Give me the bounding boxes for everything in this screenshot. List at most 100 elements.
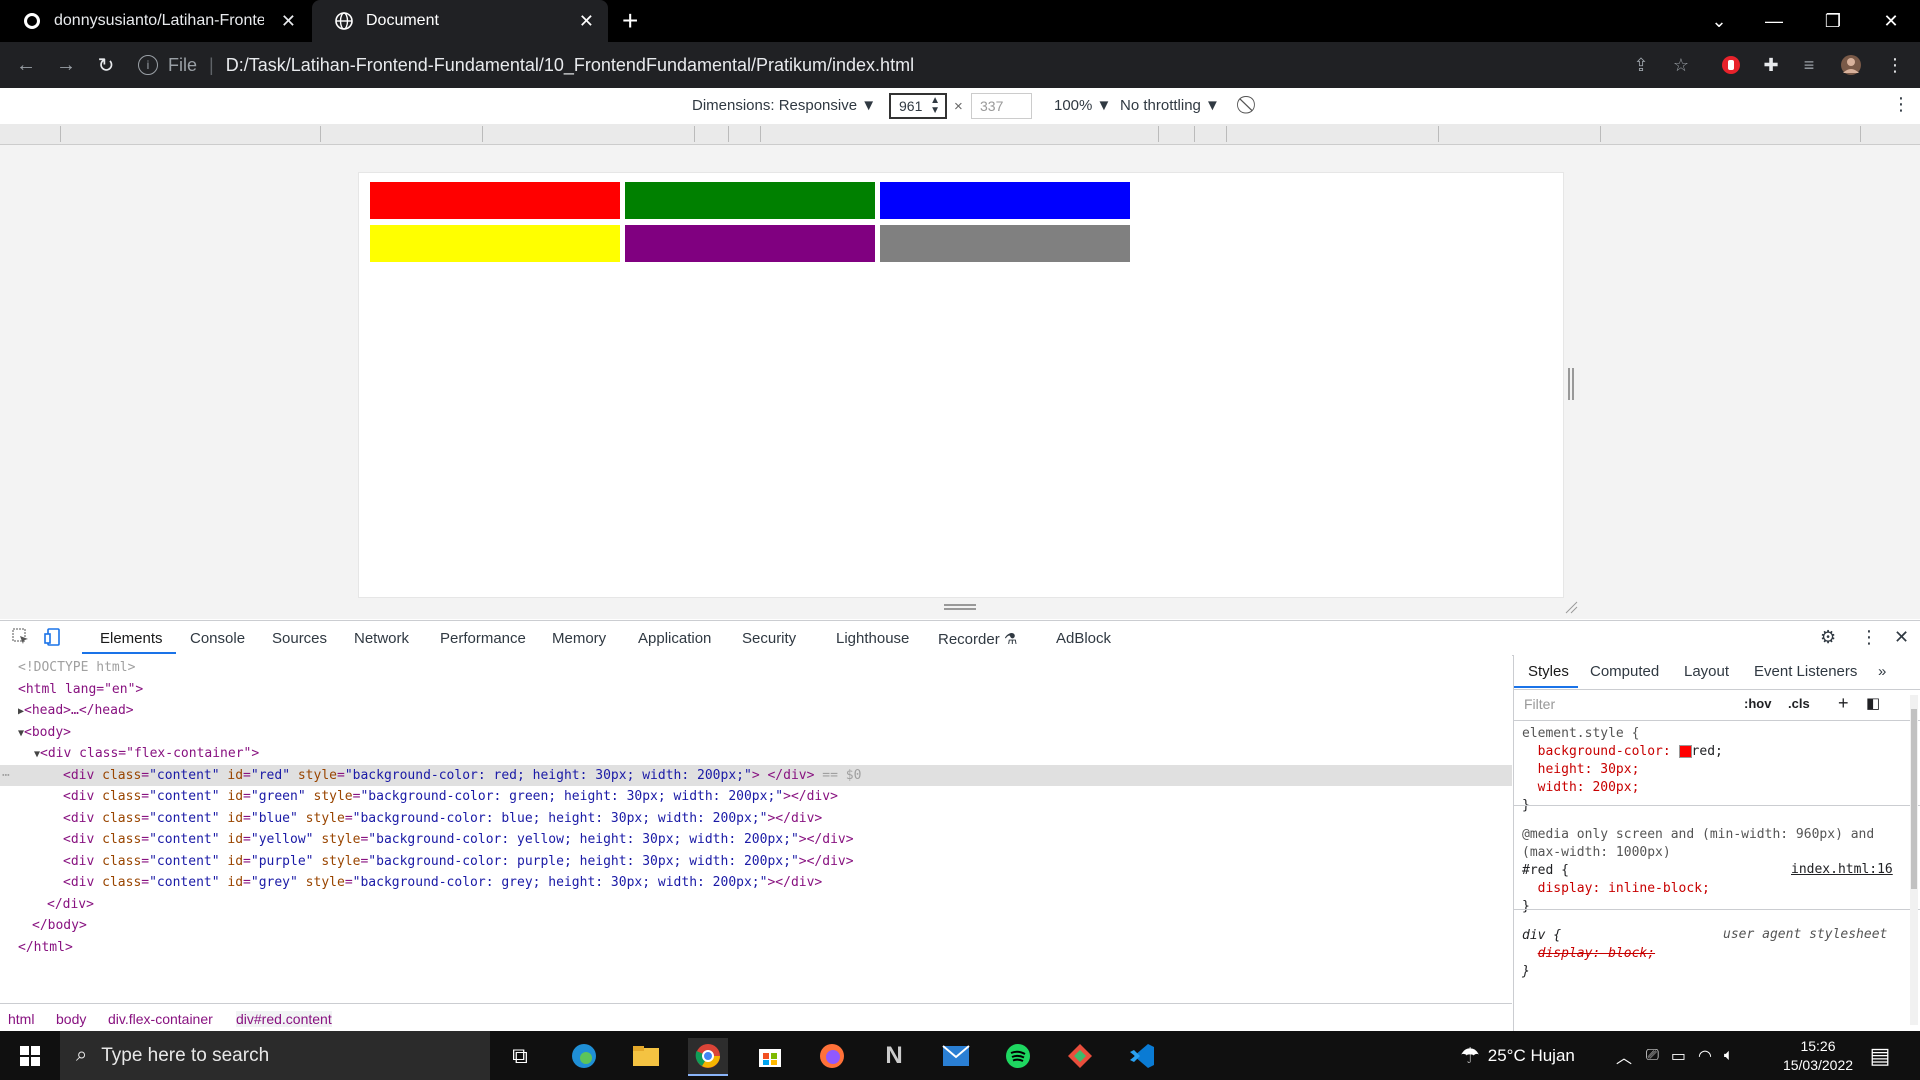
close-window-icon[interactable]: ✕ [1868,0,1914,42]
volume-icon[interactable]: 🔈︎ [1724,1047,1734,1065]
tab-computed[interactable]: Computed [1590,663,1659,680]
task-view-icon[interactable]: ⧉ [500,1038,540,1074]
stepper-icon[interactable]: ▲ ▼ [930,96,940,116]
taskbar-search-box[interactable]: ⌕ Type here to search [60,1031,490,1080]
browser-menu-icon[interactable]: ⋮ [1882,53,1908,77]
devtools-more-icon[interactable]: ⋮ [1860,627,1878,648]
minimize-icon[interactable]: — [1751,0,1797,42]
filter-input[interactable]: Filter [1524,696,1555,712]
dom-flex-container[interactable]: ▼<div class="flex-container"> [0,743,1546,764]
width-input[interactable]: 961 ▲ ▼ [889,93,947,119]
share-icon[interactable]: ⇪ [1628,53,1654,77]
resize-handle-bottom[interactable] [944,604,976,610]
dom-row-purple[interactable]: <div class="content" id="purple" style="… [0,851,1575,872]
vscode-icon[interactable] [1122,1038,1162,1074]
cls-toggle[interactable]: .cls [1788,696,1810,711]
extensions-icon[interactable]: ✚ [1758,53,1784,77]
hov-toggle[interactable]: :hov [1744,696,1771,711]
dom-row-yellow[interactable]: <div class="content" id="yellow" style="… [0,829,1575,850]
dom-body-close[interactable]: </body> [0,915,1544,936]
media-query-ruler[interactable] [0,124,1920,145]
more-tabs-icon[interactable]: » [1878,663,1886,680]
tab-sources[interactable]: Sources [272,630,327,647]
resize-corner-icon[interactable] [1564,600,1578,614]
tab-layout[interactable]: Layout [1684,663,1729,680]
windows-start-icon[interactable] [10,1038,50,1074]
tab-search-icon[interactable]: ⌄ [1696,0,1742,42]
tab-network[interactable]: Network [354,630,409,647]
wifi-icon[interactable]: ◠ [1698,1046,1712,1066]
crumb-body[interactable]: body [56,1011,86,1027]
media-controls-icon[interactable]: ≡ [1796,53,1822,77]
dom-row-blue[interactable]: <div class="content" id="blue" style="ba… [0,808,1575,829]
tab-security[interactable]: Security [742,630,796,647]
element-style-rule[interactable]: element.style { background-color: red; h… [1522,725,1723,815]
tab-console[interactable]: Console [190,630,245,647]
battery-icon[interactable]: ▭ [1671,1046,1686,1066]
chevron-up-icon[interactable]: ︿ [1616,1044,1632,1068]
dom-row-red[interactable]: ⋯ <div class="content" id="red" style="ba… [0,765,1512,786]
file-explorer-icon[interactable] [626,1038,666,1074]
edge-icon[interactable] [564,1038,604,1074]
dom-container-close[interactable]: </div> [0,894,1559,915]
notification-icon[interactable]: ▤ [1860,1038,1900,1074]
clock[interactable]: 15:26 15/03/2022 [1778,1037,1858,1075]
weather-widget[interactable]: ☂ 25°C Hujan [1460,1031,1575,1080]
tab-lighthouse[interactable]: Lighthouse [836,630,909,647]
close-tab-icon[interactable]: ✕ [281,11,296,31]
adblock-icon[interactable] [1718,53,1744,77]
chrome-icon[interactable] [688,1038,728,1076]
notion-icon[interactable]: N [874,1038,914,1074]
styles-scrollbar[interactable] [1910,695,1918,1025]
throttling-dropdown[interactable]: No throttling ▼ [1120,97,1220,114]
tab-github[interactable]: donnysusianto/Latihan-Frontend ✕ [0,0,310,42]
firefox-icon[interactable] [812,1038,852,1074]
tab-document[interactable]: Document ✕ [312,0,608,42]
tray-icons[interactable]: ︿ ⎚ ▭ ◠ 🔈︎ [1616,1031,1734,1080]
new-rule-icon[interactable]: + [1838,693,1849,714]
address-bar[interactable]: i File | D:/Task/Latihan-Frontend-Fundam… [138,47,1696,83]
tab-recorder[interactable]: Recorder ⚗ [938,630,1017,648]
ua-rule[interactable]: div { display: block; } [1522,927,1655,981]
resize-handle-right[interactable] [1568,368,1574,400]
dom-html-open[interactable]: <html lang="en"> [0,679,1530,700]
source-link[interactable]: index.html:16 [1791,862,1893,877]
reload-icon[interactable]: ↻ [92,52,120,78]
spotify-icon[interactable] [998,1038,1038,1074]
tab-application[interactable]: Application [638,630,711,647]
crumb-flex-container[interactable]: div.flex-container [108,1011,213,1027]
dom-html-close[interactable]: </html> [0,937,1530,958]
restore-icon[interactable]: ❐ [1810,0,1856,42]
crumb-html[interactable]: html [8,1011,34,1027]
dom-doctype[interactable]: <!DOCTYPE html> [0,657,1530,678]
toggle-sidebar-icon[interactable]: ◧ [1866,694,1880,712]
close-tab-icon[interactable]: ✕ [579,11,594,31]
profile-avatar[interactable] [1838,53,1864,77]
ms-store-icon[interactable] [750,1038,790,1074]
color-swatch[interactable] [1678,745,1692,758]
tab-elements[interactable]: Elements [100,630,163,647]
app-diamond-icon[interactable] [1060,1038,1100,1074]
tab-performance[interactable]: Performance [440,630,526,647]
close-devtools-icon[interactable]: ✕ [1894,627,1909,648]
meet-icon[interactable]: ⎚ [1646,1047,1659,1065]
tab-styles[interactable]: Styles [1528,663,1569,680]
dom-row-green[interactable]: <div class="content" id="green" style="b… [0,786,1575,807]
height-input[interactable]: 337 [971,93,1032,119]
settings-gear-icon[interactable]: ⚙ [1820,627,1836,648]
device-toggle-icon[interactable] [44,628,62,650]
zoom-dropdown[interactable]: 100% ▼ [1054,97,1111,114]
device-toolbar-more-icon[interactable]: ⋮ [1892,94,1910,115]
tab-adblock[interactable]: AdBlock [1056,630,1111,647]
dom-body-open[interactable]: ▼<body> [0,722,1530,743]
dom-head[interactable]: ▶<head>…</head> [0,700,1530,721]
dom-row-grey[interactable]: <div class="content" id="grey" style="ba… [0,872,1575,893]
crumb-selected[interactable]: div#red.content [236,1011,332,1027]
tab-event-listeners[interactable]: Event Listeners [1754,663,1857,680]
dimensions-dropdown[interactable]: Dimensions: Responsive ▼ [692,97,876,114]
forward-icon[interactable]: → [52,52,80,78]
mail-icon[interactable] [936,1038,976,1074]
inspect-element-icon[interactable] [12,628,30,650]
bookmark-star-icon[interactable]: ☆ [1668,53,1694,77]
back-icon[interactable]: ← [12,52,40,78]
